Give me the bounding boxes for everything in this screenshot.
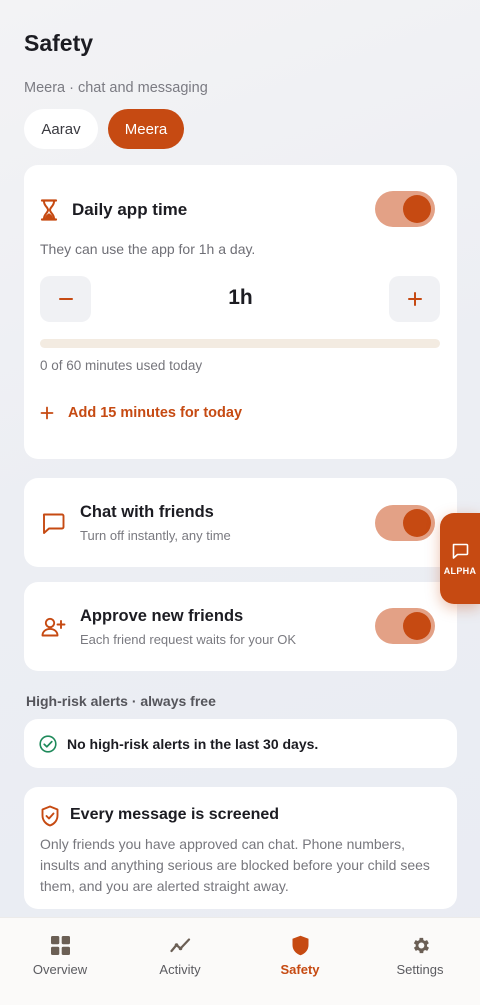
daily-app-time-header: Daily app time — [40, 199, 187, 221]
daily-app-time-toggle[interactable] — [375, 191, 435, 227]
high-risk-alerts-label: High-risk alerts · always free — [26, 693, 216, 709]
chat-with-friends-toggle[interactable] — [375, 505, 435, 541]
alpha-label: ALPHA — [443, 565, 477, 576]
plus-icon — [40, 406, 54, 420]
page-title: Safety — [24, 30, 94, 56]
toggle-knob — [403, 509, 431, 537]
chat-with-friends-title: Chat with friends — [80, 503, 214, 521]
high-risk-alerts-status: No high-risk alerts in the last 30 days. — [67, 736, 319, 752]
shield-check-icon — [41, 805, 59, 827]
grid-icon — [51, 936, 70, 955]
child-tab-aarav[interactable]: Aarav — [24, 109, 98, 149]
nav-label: Overview — [32, 962, 88, 977]
approve-new-friends-subtitle: Each friend request waits for your OK — [80, 632, 297, 647]
nav-item-settings[interactable]: Settings — [360, 918, 480, 1005]
page-subtitle: Meera · chat and messaging — [24, 80, 208, 96]
plus-icon — [407, 292, 422, 306]
toggle-knob — [403, 612, 431, 640]
safety-screen: Safety Meera · chat and messaging Aarav … — [0, 0, 480, 1005]
chat-with-friends-subtitle: Turn off instantly, any time — [80, 528, 231, 543]
chat-bubble-icon — [452, 543, 469, 559]
chat-with-friends-card: Chat with friends Turn off instantly, an… — [24, 478, 457, 567]
add-15-minutes-button[interactable]: Add 15 minutes for today — [40, 405, 242, 421]
child-tab-meera[interactable]: Meera — [108, 109, 184, 149]
toggle-knob — [403, 195, 431, 223]
nav-item-activity[interactable]: Activity — [120, 918, 240, 1005]
approve-new-friends-toggle[interactable] — [375, 608, 435, 644]
usage-progress-bar — [40, 339, 440, 348]
daily-app-time-description: They can use the app for 1h a day. — [40, 241, 256, 257]
message-screening-title: Every message is screened — [70, 806, 280, 823]
child-selector: Aarav Meera — [24, 109, 184, 149]
daily-app-time-title: Daily app time — [72, 200, 188, 219]
alpha-feedback-button[interactable]: ALPHA — [440, 513, 480, 604]
bottom-navigation: Overview Activity Safety Settings — [0, 917, 480, 1005]
increase-time-button[interactable] — [389, 276, 440, 322]
nav-item-safety[interactable]: Safety — [240, 918, 360, 1005]
high-risk-alerts-card: No high-risk alerts in the last 30 days. — [24, 719, 457, 768]
nav-label: Settings — [396, 962, 444, 977]
gear-icon — [413, 937, 429, 954]
message-screening-body: Only friends you have approved can chat.… — [40, 836, 430, 894]
hourglass-icon — [40, 199, 58, 221]
daily-app-time-card: Daily app time They can use the app for … — [24, 165, 457, 459]
approve-new-friends-title: Approve new friends — [80, 607, 244, 625]
add-user-icon — [41, 617, 66, 637]
add-time-label: Add 15 minutes for today — [68, 405, 243, 421]
shield-icon — [292, 935, 309, 956]
nav-item-overview[interactable]: Overview — [0, 918, 120, 1005]
chat-bubble-icon — [42, 513, 65, 534]
message-screening-card: Every message is screened Only friends y… — [24, 787, 457, 909]
check-circle-icon — [39, 735, 57, 753]
nav-label: Activity — [159, 962, 201, 977]
activity-icon — [170, 938, 191, 953]
approve-new-friends-card: Approve new friends Each friend request … — [24, 582, 457, 671]
nav-label: Safety — [280, 962, 320, 977]
usage-text: 0 of 60 minutes used today — [40, 358, 203, 373]
